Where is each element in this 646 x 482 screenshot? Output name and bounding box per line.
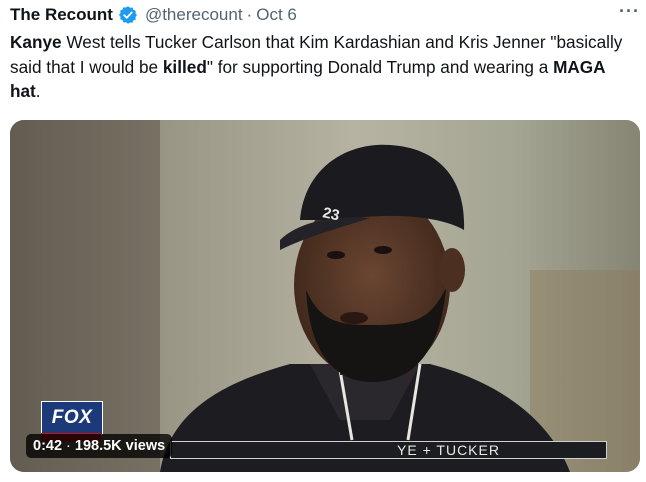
video-player[interactable]: 23 FOX YE + TUCKER 0:42 · 198.5K views [10,120,640,472]
fox-news-logo: FOX [41,401,103,435]
tweet-text: Kanye West tells Tucker Carlson that Kim… [10,30,636,104]
lower-third-banner: YE + TUCKER [170,441,607,459]
video-views: 198.5K views [74,438,166,454]
header-separator: · [246,5,253,24]
more-icon[interactable]: ··· [619,1,640,22]
lower-third-text: YE + TUCKER [397,442,500,458]
text-bold-kanye: Kanye [10,32,62,52]
author-handle[interactable]: @therecount [145,5,243,25]
author-name[interactable]: The Recount [10,5,113,25]
text-bold-killed: killed [162,56,207,77]
cap-text: 23 [321,204,341,224]
text-segment: " for supporting Donald Trump and wearin… [206,56,554,77]
video-time: 0:42 [33,438,63,454]
video-info-separator: · [66,438,71,454]
video-frame-illustration: 23 [10,120,640,472]
text-segment: . [35,81,41,102]
video-info-pill: 0:42 · 198.5K views [26,434,173,458]
tweet-header: The Recount @therecount · Oct 6 [10,3,636,27]
tweet-date[interactable]: Oct 6 [256,5,297,25]
verified-badge-icon [118,5,138,25]
